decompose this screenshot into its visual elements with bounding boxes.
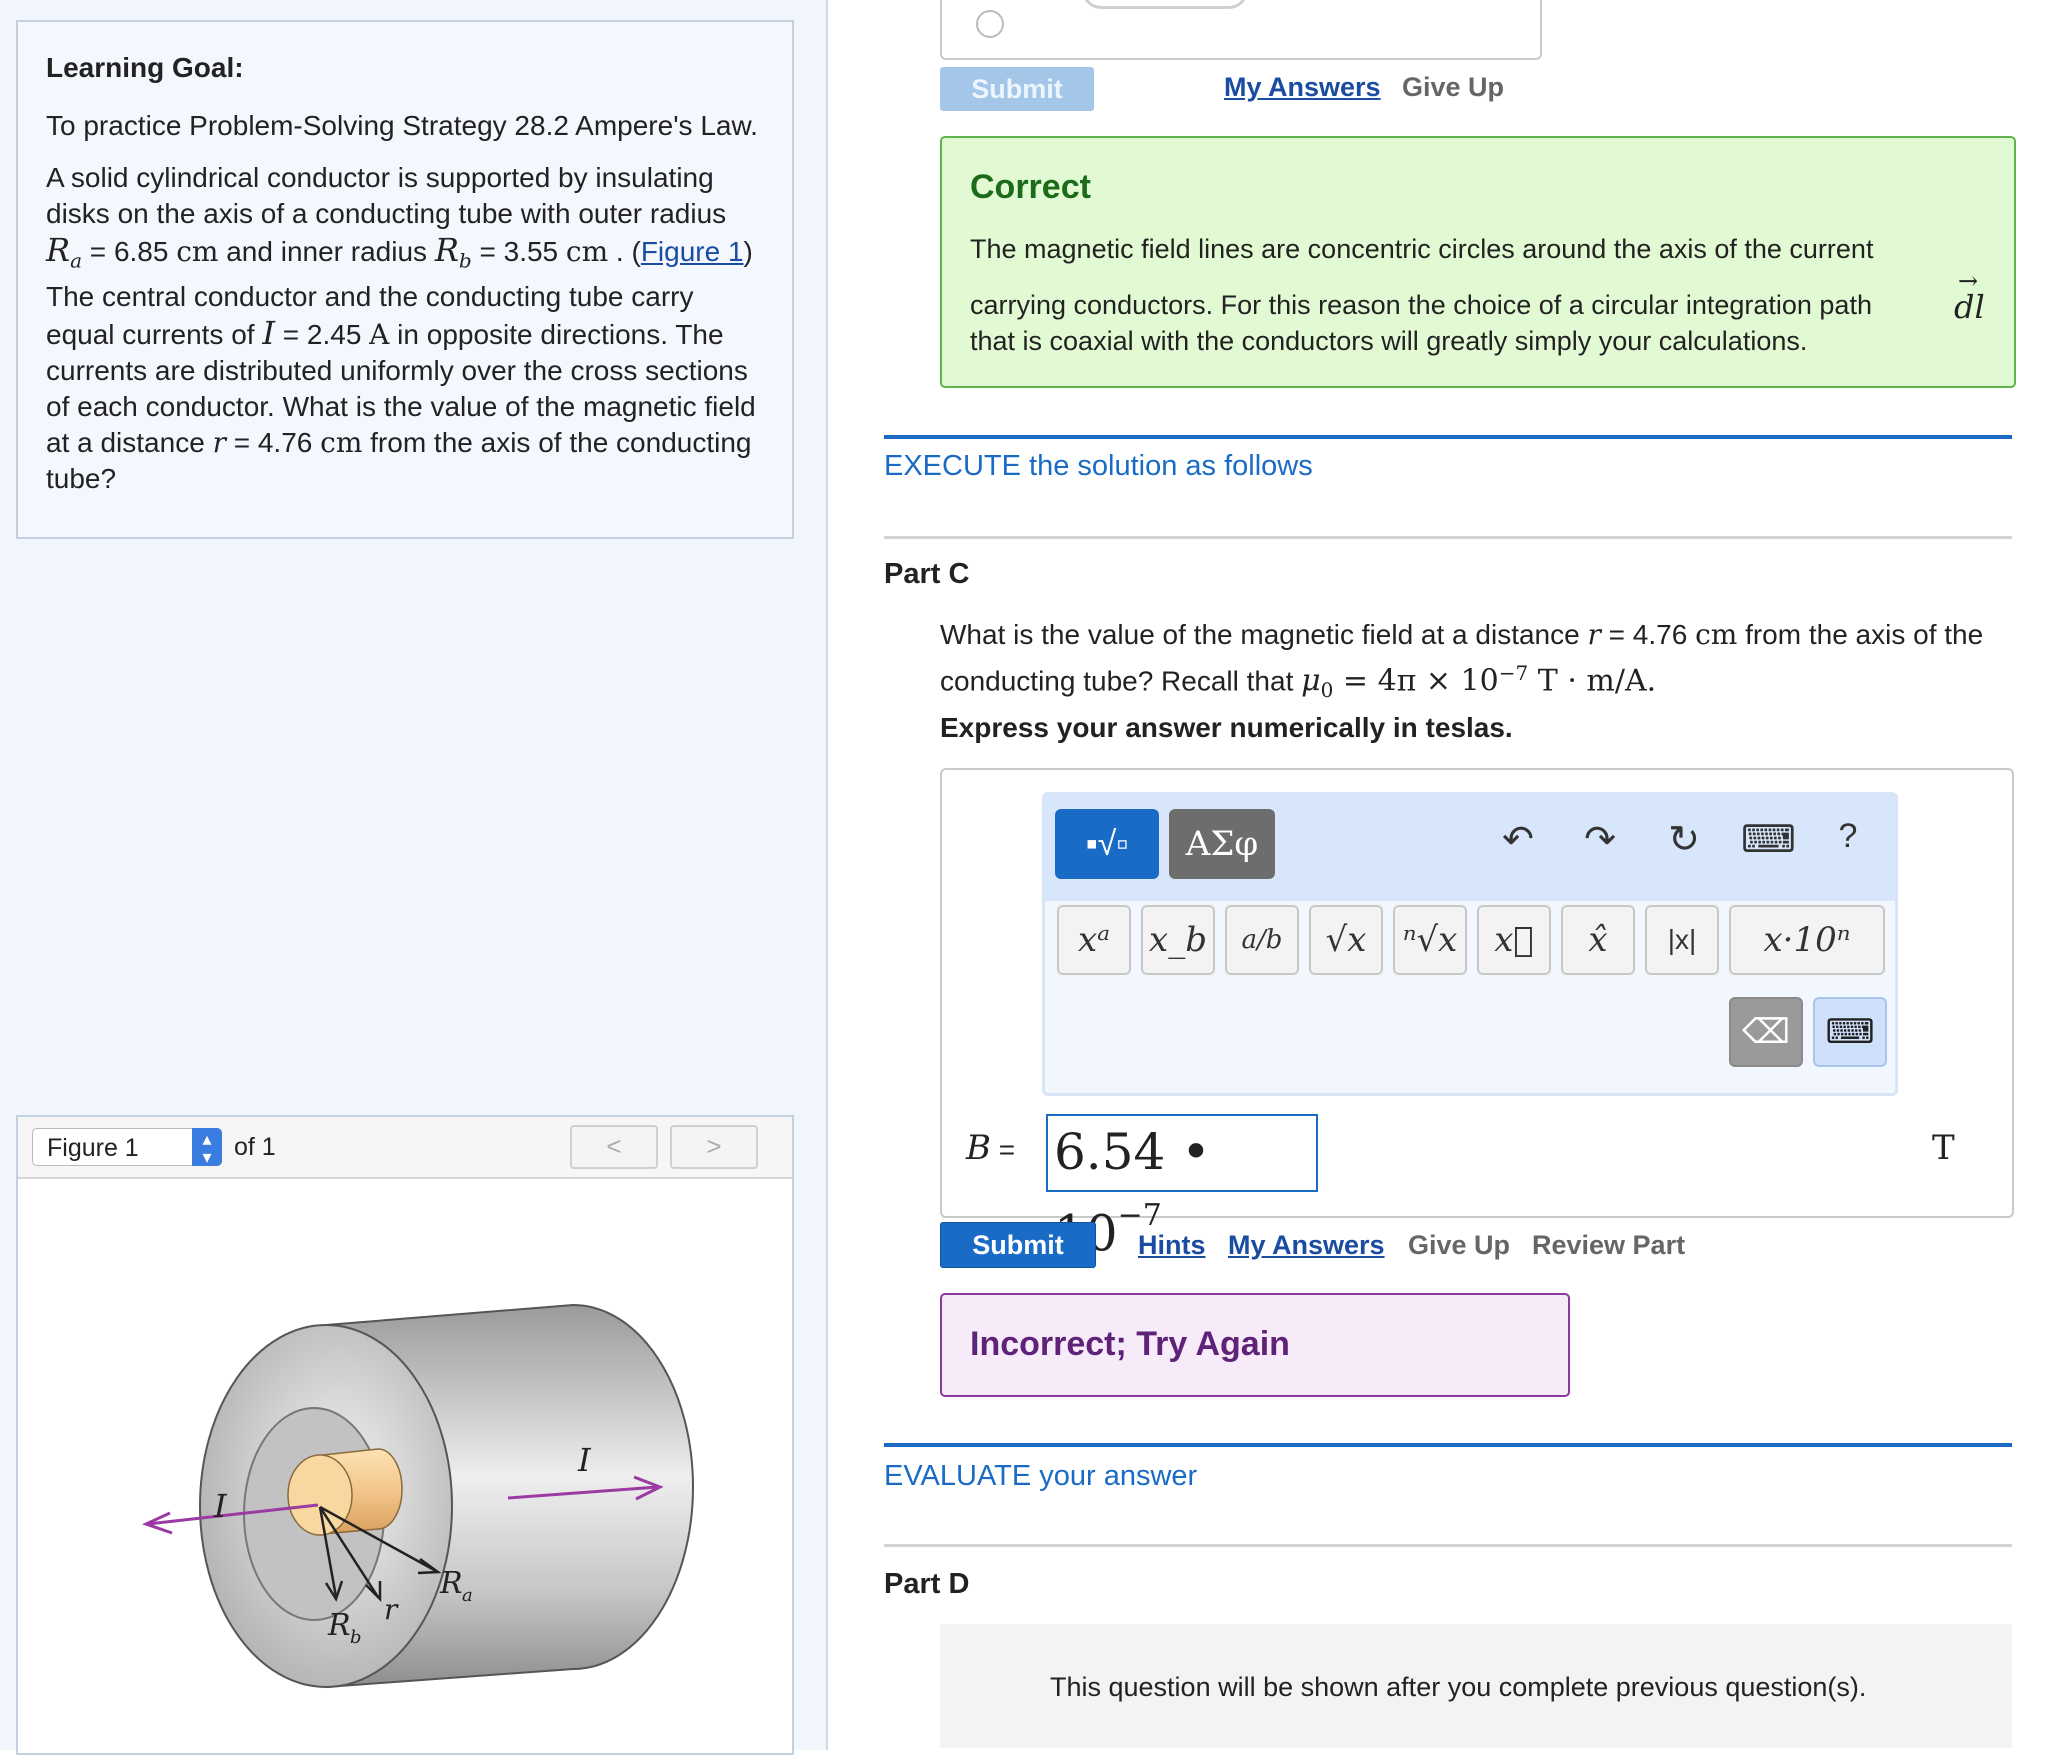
- radio-option[interactable]: [976, 10, 1004, 38]
- correct-title: Correct: [970, 168, 1091, 206]
- keyboard-shortcuts-icon[interactable]: ⌨: [1741, 817, 1796, 862]
- part-divider: [884, 1544, 2012, 1547]
- option-graphic: [1082, 0, 1248, 9]
- section-divider: [884, 435, 2012, 439]
- learning-goal-heading: Learning Goal:: [46, 52, 244, 83]
- key-scientific-notation[interactable]: x·10ⁿ: [1729, 905, 1885, 975]
- next-figure-button[interactable]: >: [670, 1125, 758, 1169]
- key-vector[interactable]: x⃗: [1477, 905, 1551, 975]
- part-c-give-up-link[interactable]: Give Up: [1408, 1230, 1510, 1261]
- part-divider: [884, 536, 2012, 539]
- key-fraction[interactable]: a/b: [1225, 905, 1299, 975]
- key-nth-root[interactable]: ⁿ√x: [1393, 905, 1467, 975]
- correct-line-2: carrying conductors. For this reason the…: [970, 290, 1872, 320]
- math-toolbar: ▪√▫ ΑΣφ ↶ ↷ ↻ ⌨ ? xᵃ x_b a/b √x ⁿ√x x⃗ x…: [1042, 792, 1898, 1096]
- figure-label-Ra: R: [439, 1566, 463, 1601]
- key-absolute-value[interactable]: |x|: [1645, 905, 1719, 975]
- locked-message: This question will be shown after you co…: [1050, 1672, 1867, 1702]
- figure-count: of 1: [234, 1133, 276, 1161]
- question-area: Submit My Answers Give Up Correct The ma…: [880, 0, 2020, 1750]
- figure-label-I-left: I: [213, 1487, 228, 1525]
- key-unit-vector[interactable]: x̂: [1561, 905, 1635, 975]
- problem-statement: A solid cylindrical conductor is support…: [46, 162, 756, 494]
- greek-mode-button[interactable]: ΑΣφ: [1169, 809, 1275, 879]
- correct-feedback-box: Correct The magnetic field lines are con…: [940, 136, 2016, 388]
- incorrect-feedback-box: Incorrect; Try Again: [940, 1293, 1570, 1397]
- undo-icon[interactable]: ↶: [1493, 817, 1543, 862]
- answer-unit: T: [1932, 1128, 1955, 1168]
- part-b-give-up-link[interactable]: Give Up: [1402, 72, 1504, 103]
- svg-text:b: b: [350, 1627, 362, 1648]
- part-c-my-answers-link[interactable]: My Answers: [1228, 1230, 1385, 1261]
- redo-icon[interactable]: ↷: [1575, 817, 1625, 862]
- backspace-icon[interactable]: ⌫: [1729, 997, 1803, 1067]
- previous-answer-box: [940, 0, 1542, 60]
- execute-heading: EXECUTE the solution as follows: [884, 450, 1313, 482]
- coaxial-conductor-figure: I I R b r R a: [141, 1303, 694, 1689]
- help-icon[interactable]: ?: [1823, 817, 1873, 856]
- key-subscript[interactable]: x_b: [1141, 905, 1215, 975]
- part-b-submit-button[interactable]: Submit: [940, 67, 1094, 111]
- figure-label-r: r: [384, 1593, 399, 1626]
- figure-panel: Figure 1 ▴ ▾ of 1 < > I I R b r R a: [16, 1115, 794, 1755]
- answer-variable-label: B =: [966, 1128, 1016, 1168]
- part-c-question: What is the value of the magnetic field …: [940, 618, 1984, 702]
- toolbar-top-row: ▪√▫ ΑΣφ ↶ ↷ ↻ ⌨ ?: [1045, 795, 1895, 901]
- reset-icon[interactable]: ↻: [1659, 817, 1709, 862]
- correct-line-1: The magnetic field lines are concentric …: [970, 234, 1874, 264]
- part-c-title: Part C: [884, 558, 970, 590]
- section-divider: [884, 1443, 2012, 1447]
- keyboard-toggle-icon[interactable]: ⌨: [1813, 997, 1887, 1067]
- select-arrows-icon: ▴ ▾: [192, 1128, 222, 1166]
- problem-sidebar: Learning Goal: To practice Problem-Solvi…: [0, 0, 828, 1755]
- part-c-instruction: Express your answer numerically in tesla…: [940, 712, 1513, 743]
- hints-link[interactable]: Hints: [1138, 1230, 1206, 1261]
- learning-goal-panel: Learning Goal: To practice Problem-Solvi…: [16, 20, 794, 539]
- part-d-title: Part D: [884, 1568, 970, 1600]
- figure-label-I-right: I: [577, 1441, 592, 1479]
- figure-1-link[interactable]: Figure 1: [641, 236, 744, 267]
- incorrect-feedback-text: Incorrect; Try Again: [970, 1325, 1290, 1363]
- correct-line-3: that is coaxial with the conductors will…: [970, 326, 1808, 356]
- template-mode-button[interactable]: ▪√▫: [1055, 809, 1159, 879]
- svg-text:a: a: [462, 1585, 473, 1606]
- key-square-root[interactable]: √x: [1309, 905, 1383, 975]
- part-c-submit-button[interactable]: Submit: [940, 1222, 1096, 1268]
- previous-figure-button[interactable]: <: [570, 1125, 658, 1169]
- answer-box: ▪√▫ ΑΣφ ↶ ↷ ↻ ⌨ ? xᵃ x_b a/b √x ⁿ√x x⃗ x…: [940, 768, 2014, 1263]
- part-d-locked-box: This question will be shown after you co…: [940, 1624, 2012, 1748]
- part-b-my-answers-link[interactable]: My Answers: [1224, 72, 1381, 103]
- answer-input[interactable]: 6.54 • 10−7: [1046, 1114, 1318, 1263]
- review-part-link[interactable]: Review Part: [1532, 1230, 1685, 1261]
- learning-goal-intro: To practice Problem-Solving Strategy 28.…: [46, 110, 758, 141]
- dl-vector: → dl: [1954, 267, 1985, 326]
- figure-toolbar: Figure 1 ▴ ▾ of 1 < >: [18, 1117, 792, 1179]
- figure-select[interactable]: Figure 1 ▴ ▾: [32, 1128, 222, 1166]
- key-superscript[interactable]: xᵃ: [1057, 905, 1131, 975]
- figure-label-Rb: R: [327, 1608, 351, 1643]
- evaluate-heading: EVALUATE your answer: [884, 1460, 1198, 1492]
